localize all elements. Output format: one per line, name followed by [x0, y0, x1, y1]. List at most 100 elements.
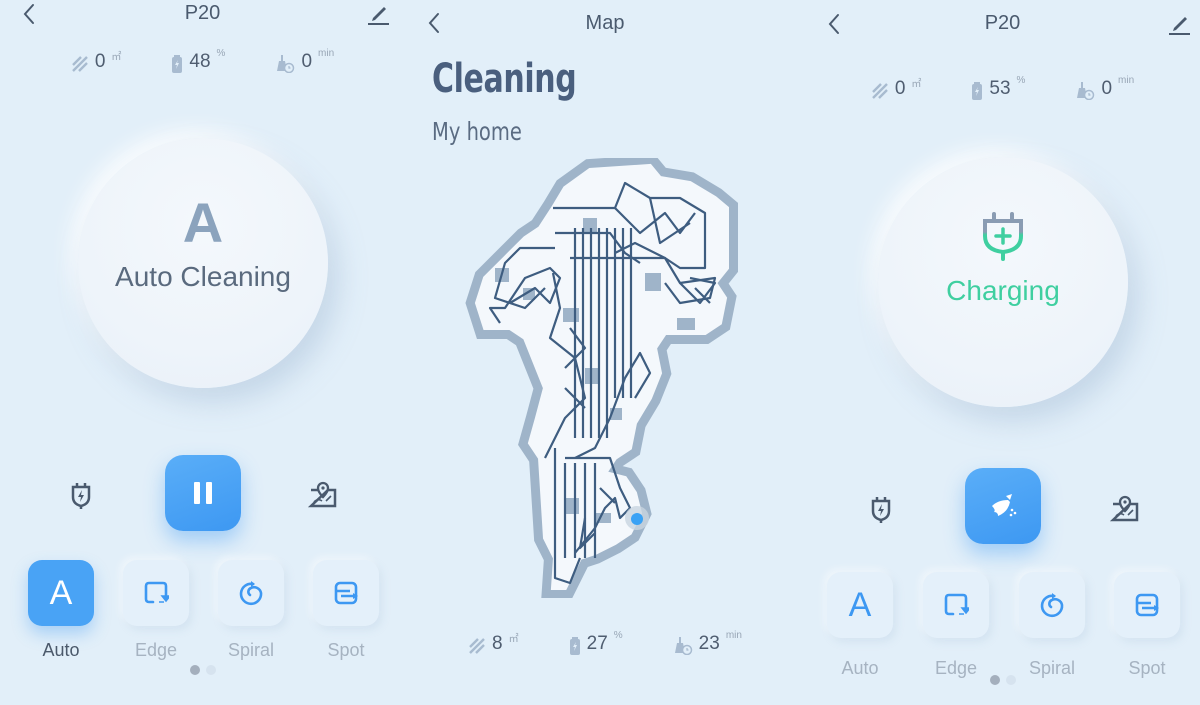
map-pin-icon[interactable] — [308, 480, 338, 510]
mode-auto[interactable]: A Auto — [827, 572, 893, 679]
stat-value: 0 — [894, 78, 906, 99]
pencil-icon[interactable] — [1166, 10, 1192, 36]
nav-bar: Map — [405, 0, 805, 45]
stat-unit: % — [1016, 75, 1026, 86]
mode-spot[interactable]: Spot — [1114, 572, 1180, 679]
mode-spiral[interactable]: Spiral — [1019, 572, 1085, 679]
status-circle[interactable]: Charging — [878, 157, 1128, 407]
robot-position-marker — [631, 513, 643, 525]
mode-label: Spot — [327, 640, 365, 660]
stat-time: 0 min — [1075, 75, 1135, 101]
mode-spot[interactable]: Spot — [313, 560, 379, 661]
stat-value: 8 — [492, 633, 503, 654]
page-dot[interactable] — [1005, 675, 1016, 685]
area-icon — [871, 83, 888, 99]
status-label: Auto Cleaning — [115, 261, 291, 292]
cleaning-map[interactable] — [465, 158, 745, 598]
nav-bar: P20 — [805, 0, 1200, 45]
spiral-icon — [239, 581, 263, 606]
stat-time: 23 min — [673, 630, 742, 656]
page-indicator — [0, 665, 405, 675]
broom-icon — [992, 494, 1017, 517]
area-icon — [71, 56, 88, 72]
mode-tile — [313, 560, 379, 626]
map-screen: Map Cleaning My home 8 ㎡ 27 % 23 min — [405, 0, 805, 705]
edge-icon — [144, 581, 169, 604]
dock-charge-icon[interactable] — [866, 494, 896, 524]
clean-time-icon — [674, 637, 692, 655]
clean-time-icon — [1077, 82, 1095, 100]
stat-unit: ㎡ — [911, 79, 922, 90]
mode-tile — [923, 572, 989, 638]
mode-spiral[interactable]: Spiral — [218, 560, 284, 661]
mode-label: Spiral — [227, 640, 275, 660]
stat-unit: min — [1118, 75, 1135, 86]
pencil-icon[interactable] — [365, 0, 391, 26]
start-cleaning-button[interactable] — [965, 468, 1041, 544]
stat-unit: ㎡ — [508, 634, 519, 645]
stat-area: 0 ㎡ — [71, 50, 122, 74]
map-subheading: My home — [432, 117, 522, 146]
page-title: Map — [585, 12, 625, 34]
auto-mode-glyph: A — [182, 191, 224, 254]
status-circle[interactable]: A Auto Cleaning — [78, 138, 328, 388]
spot-icon — [334, 581, 358, 605]
map-floor — [474, 163, 729, 590]
auto-icon: A — [49, 573, 73, 612]
mode-tile — [218, 560, 284, 626]
battery-icon — [569, 637, 580, 655]
page-dot-active[interactable] — [189, 665, 200, 675]
dock-charge-icon[interactable] — [66, 480, 96, 510]
page-dot-active[interactable] — [989, 675, 1000, 685]
stat-battery: 27 % — [569, 630, 623, 656]
device-screen-cleaning: P20 0 ㎡ 48 % 0 min A Auto Cleaning A Aut… — [0, 0, 405, 695]
spiral-icon — [1040, 593, 1064, 618]
mode-label: Auto — [42, 640, 80, 660]
auto-icon: A — [848, 585, 872, 624]
mode-edge[interactable]: Edge — [923, 572, 989, 679]
stat-battery: 53 % — [971, 75, 1026, 101]
screens: P20 0 ㎡ 48 % 0 min A Auto Cleaning A Aut… — [0, 0, 1200, 705]
stat-unit: ㎡ — [111, 52, 122, 63]
map-obstacle — [563, 308, 579, 322]
stat-area: 8 ㎡ — [468, 632, 519, 656]
stat-value: 27 — [586, 633, 608, 654]
pause-icon — [194, 482, 212, 504]
charging-plug-icon — [983, 212, 1023, 261]
stat-time: 0 min — [275, 48, 335, 74]
stat-unit: min — [725, 630, 742, 641]
stats-row: 0 ㎡ 53 % 0 min — [805, 75, 1200, 101]
stat-unit: % — [613, 630, 623, 641]
clean-time-icon — [277, 55, 295, 73]
stat-value: 23 — [698, 633, 720, 654]
stat-unit: min — [318, 48, 335, 59]
stat-battery: 48 % — [171, 48, 226, 74]
stat-value: 0 — [1101, 78, 1113, 99]
mode-tile — [1019, 572, 1085, 638]
stat-value: 48 — [189, 51, 211, 72]
mode-tile: A — [28, 560, 94, 626]
status-label: Charging — [946, 275, 1060, 306]
map-pin-icon[interactable] — [1110, 494, 1140, 524]
map-heading: Cleaning — [432, 56, 577, 102]
battery-icon — [972, 82, 983, 100]
stat-area: 0 ㎡ — [871, 77, 922, 101]
nav-bar: P20 — [0, 0, 405, 35]
pause-button[interactable] — [165, 455, 241, 531]
edge-icon — [944, 593, 969, 616]
stat-value: 53 — [989, 78, 1011, 99]
mode-tile — [123, 560, 189, 626]
page-dot[interactable] — [205, 665, 216, 675]
spot-icon — [1135, 593, 1159, 617]
mode-edge[interactable]: Edge — [123, 560, 189, 661]
stats-row: 0 ㎡ 48 % 0 min — [0, 48, 405, 74]
page-title: P20 — [984, 12, 1021, 34]
battery-icon — [172, 55, 183, 73]
page-indicator — [805, 675, 1200, 685]
map-floor-area — [474, 163, 729, 590]
mode-auto[interactable]: A Auto — [28, 560, 94, 661]
stat-value: 0 — [94, 51, 106, 72]
mode-tile: A — [827, 572, 893, 638]
stat-unit: % — [216, 48, 226, 59]
page-title: P20 — [184, 2, 221, 24]
